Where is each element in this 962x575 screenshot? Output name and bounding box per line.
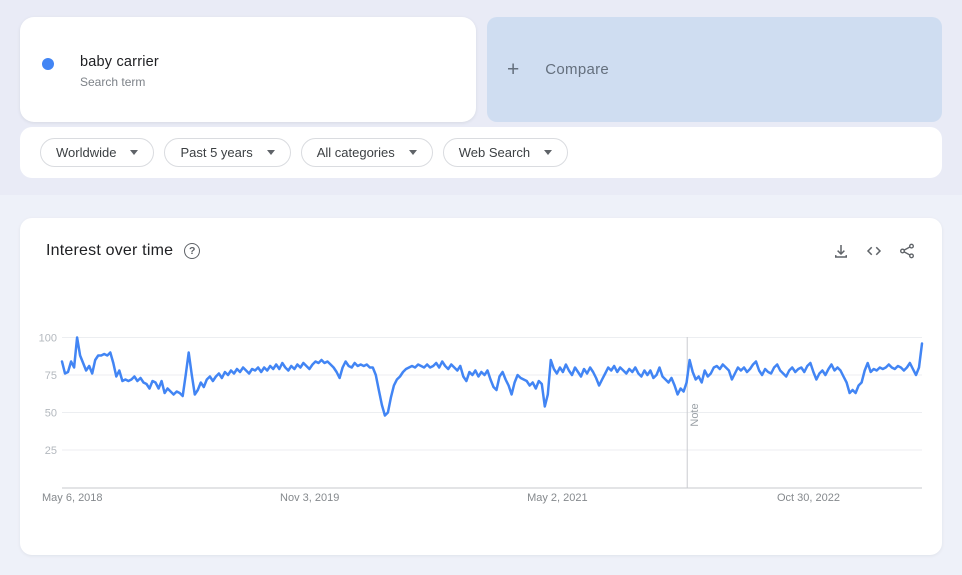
filter-time-dropdown[interactable]: Past 5 years <box>164 138 291 167</box>
interest-over-time-panel: Interest over time ? 25 50 75 100 Note May 6,… <box>20 218 942 555</box>
y-axis-tick-label: 100 <box>39 333 57 345</box>
filter-time-label: Past 5 years <box>180 145 253 160</box>
x-axis-tick-label: May 2, 2021 <box>527 492 588 504</box>
chevron-down-icon <box>544 150 553 155</box>
filter-category-dropdown[interactable]: All categories <box>300 138 433 167</box>
x-axis-tick-label: Oct 30, 2022 <box>777 492 840 504</box>
filter-category-label: All categories <box>316 145 395 160</box>
filter-bar: Worldwide Past 5 years All categories We… <box>20 127 942 178</box>
note-marker-label: Note <box>689 403 701 426</box>
y-axis-tick-label: 25 <box>45 445 57 457</box>
search-term-card[interactable]: baby carrier Search term <box>20 17 476 122</box>
y-axis-tick-label: 75 <box>45 370 57 382</box>
x-axis-tick-label: Nov 3, 2019 <box>280 492 339 504</box>
interest-over-time-chart[interactable]: 25 50 75 100 Note May 6, 2018 Nov 3, 2019 May 2… <box>20 218 942 555</box>
search-term-type-label: Search term <box>80 75 146 89</box>
filter-region-label: Worldwide <box>56 145 117 160</box>
chevron-down-icon <box>408 150 417 155</box>
trend-line-series <box>60 336 924 417</box>
compare-card[interactable]: + Compare <box>487 17 942 122</box>
y-axis-tick-label: 50 <box>45 408 57 420</box>
chevron-down-icon <box>130 150 139 155</box>
plus-icon: + <box>507 58 520 81</box>
search-term-text: baby carrier <box>80 54 159 70</box>
x-axis-tick-label: May 6, 2018 <box>42 492 103 504</box>
filter-region-dropdown[interactable]: Worldwide <box>40 138 155 167</box>
compare-label: Compare <box>545 61 610 78</box>
filter-search-type-dropdown[interactable]: Web Search <box>442 138 569 167</box>
chevron-down-icon <box>266 150 275 155</box>
filter-search-type-label: Web Search <box>458 145 531 160</box>
series-color-dot-icon <box>42 58 54 70</box>
